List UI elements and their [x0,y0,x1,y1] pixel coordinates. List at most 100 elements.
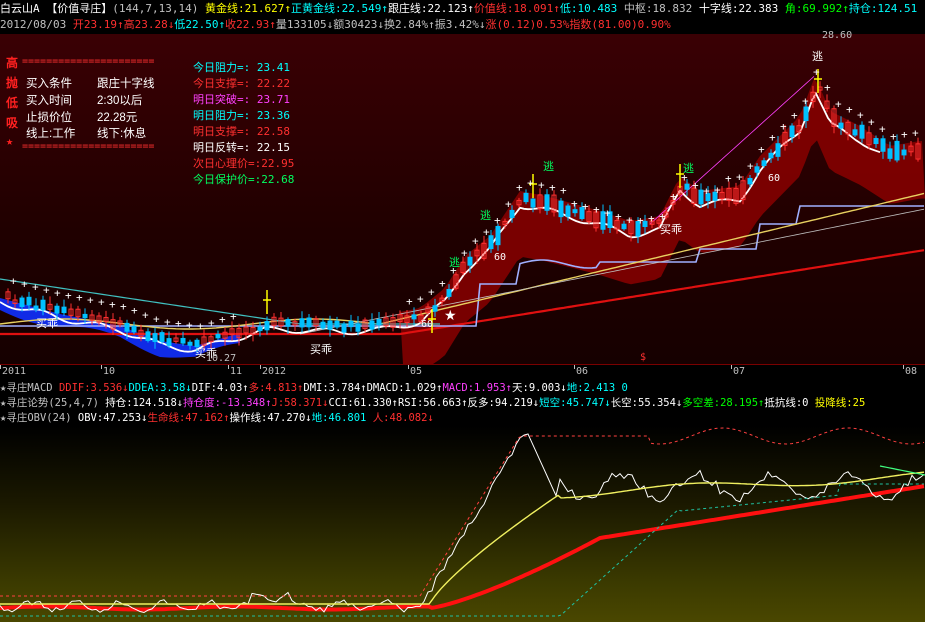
upper-line [0,427,925,597]
macd-item-0: ★寻庄MACD [0,382,59,394]
candle-body [180,337,186,344]
obv-chart[interactable] [0,426,925,622]
header-item-2: (144,7,13,14) [112,2,199,15]
candle-body [544,194,550,211]
candle-body [747,177,753,185]
candle-body [299,318,305,328]
candle-body [40,299,46,311]
axis-tick-mark [0,365,1,369]
axis-tick-7: 08 [905,366,918,377]
plus-marker: + [230,310,237,323]
plus-marker: + [890,130,897,143]
candle-body [264,321,270,331]
candle-body [152,333,158,343]
candle-body [411,314,417,320]
obv-row[interactable]: ★寻庄OBV(24) OBV:47.253↓生命线:47.162↑操作线:47.… [0,411,434,425]
candle-body [54,305,60,314]
indicator-title-row: 白云山A 【价值寻庄】(144,7,13,14) 黄金线:21.627↑正黄金线… [0,1,917,17]
level-6: 次日心理价=:22.95 [193,157,295,170]
obv-chart-panel[interactable] [0,426,925,622]
level-4: 明日支撑=: 22.58 [193,125,290,138]
level-7: 今日保护价=:22.68 [193,173,295,186]
candle-body [159,332,165,342]
obv-item-3: 操作线:47.270↓ [229,412,312,424]
candle-body [19,297,25,308]
plus-marker: + [43,283,50,296]
plus-marker: + [703,185,710,198]
macd-item-7: MACD:1.953↑ [442,382,512,394]
ohlc-item-4: 收22.93↑ [225,18,276,31]
macd-row[interactable]: ★寻庄MACD DDIF:3.536↓DDEA:3.58↓DIF:4.03↑多:… [0,381,628,395]
plus-marker: + [65,289,72,302]
header-item-7: 低:10.483 [559,2,624,15]
plus-marker: + [802,95,809,108]
cond-key-4: 线上:工作 [26,128,76,140]
mark-60-3: 60 [421,319,434,330]
mark-60-2: 60 [768,173,781,184]
candle-body [334,320,340,328]
buy-signal-2: 买乖 [310,344,332,356]
candle-body [838,122,844,129]
plus-marker: + [846,103,853,116]
level-2: 明日突破=: 23.71 [193,93,290,106]
macd-item-3: DIF:4.03↑ [191,382,249,394]
candle-body [348,320,354,328]
plus-marker: + [637,214,644,227]
header-item-8: 中枢:18.832 [623,2,699,15]
trend-item-1: 持仓:124.518↓ [105,397,184,409]
trend-item-5: RSI:56.663↑ [397,397,468,409]
plus-marker: + [769,131,776,144]
candle-body [432,305,438,312]
cond-key-1: 买入条件 [26,78,72,90]
plus-marker: + [516,181,523,194]
candle-body [754,166,760,173]
side-char-di: 低 [6,96,19,110]
plus-marker: + [714,183,721,196]
human-line [879,465,925,476]
axis-tick-1: 10 [103,366,116,377]
candle-body [775,143,781,157]
ohlc-item-0: 2012/08/03 [0,18,73,31]
price-chart-panel[interactable]: + + + + + + + + + + + + + + + + + + + + + + + + + + + + + + + + + + + + + + + +… [0,30,925,364]
ohlc-item-2: 高23.28↓ [123,18,175,31]
plus-marker: + [538,179,545,192]
ohlc-item-9: 涨(0.12)0.53% [485,18,570,31]
ohlc-item-10: 指数(81.00)0.90% [569,18,671,31]
candle-body [495,225,501,246]
escape-signal-4: 逃 [683,163,694,175]
obv-item-1: OBV:47.253↓ [77,412,148,424]
candle-body [369,320,375,330]
plus-marker: + [626,214,633,227]
ohlc-item-1: 开23.19↑ [72,18,124,31]
side-char-xi: 吸 [6,116,19,130]
plus-marker: + [835,98,842,111]
header-item-1: 【价值寻庄】 [39,2,113,15]
candle-body [768,152,774,159]
plus-marker: + [21,278,28,291]
candle-body [341,323,347,333]
plus-marker: + [527,176,534,189]
plus-marker: + [648,212,655,225]
cond-val-2: 2:30以后 [97,95,143,107]
candle-body [166,338,172,346]
plus-marker: + [670,190,677,203]
trend-row[interactable]: ★寻庄论势(25,4,7) 持仓:124.518↓持仓度:-13.348↑J:5… [0,396,865,410]
candle-body [565,205,571,217]
axis-tick-0: 2011 [2,366,27,377]
plus-marker: + [32,281,39,294]
macd-item-8: 天:9.003↓ [512,382,567,394]
axis-tick-2: 11 [230,366,243,377]
axis-tick-mark [101,365,102,369]
plus-marker: + [857,109,864,122]
rule-bottom: ====================== [22,141,155,152]
candle-body [887,148,893,159]
ohlc-item-7: 换2.84%↑ [383,18,435,31]
plus-marker: + [164,316,171,329]
plus-marker: + [505,198,512,211]
header-item-11: 持仓:124.51 [848,2,918,15]
plus-marker: + [109,298,116,311]
candle-body [761,160,767,166]
plus-marker: + [494,214,501,227]
candle-body [558,200,564,218]
trend-item-6: 反多:94.219↓ [467,397,540,409]
